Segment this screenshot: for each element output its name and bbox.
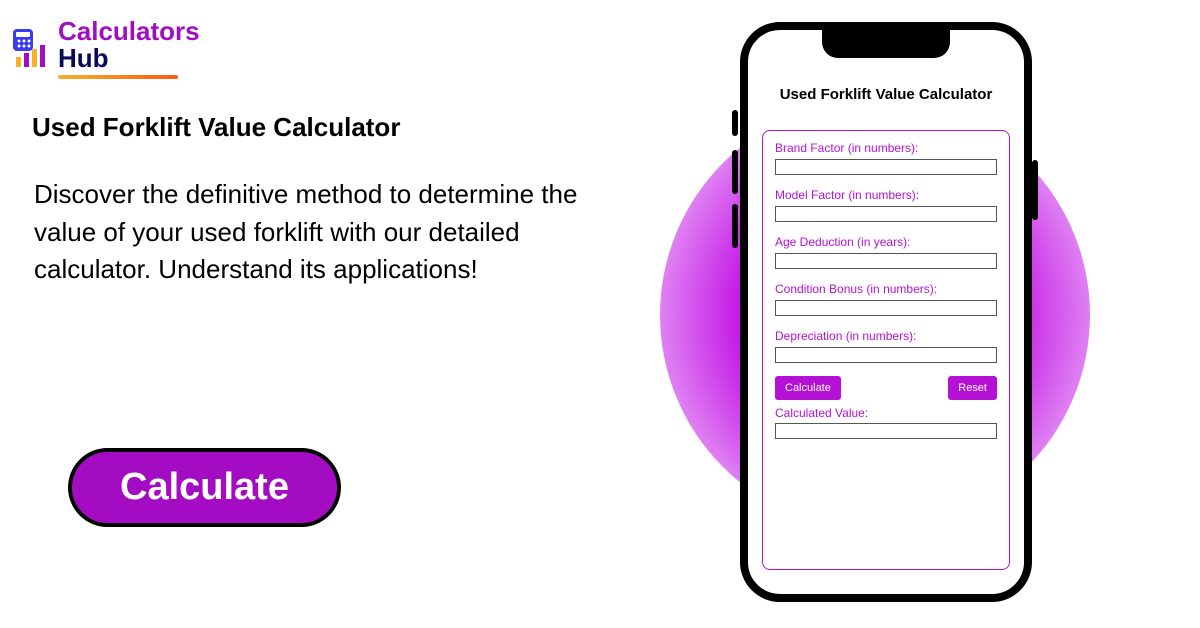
phone-side-button <box>732 110 738 136</box>
field-condition-bonus: Condition Bonus (in numbers): <box>775 282 997 317</box>
page-title: Used Forklift Value Calculator <box>32 112 400 143</box>
field-label: Depreciation (in numbers): <box>775 329 997 343</box>
age-deduction-input[interactable] <box>775 253 997 269</box>
phone-side-button <box>732 204 738 248</box>
brand-factor-input[interactable] <box>775 159 997 175</box>
page-description: Discover the definitive method to determ… <box>34 176 594 289</box>
button-row: Calculate Reset <box>775 376 997 400</box>
field-model-factor: Model Factor (in numbers): <box>775 188 997 223</box>
phone-side-button <box>732 150 738 194</box>
field-depreciation: Depreciation (in numbers): <box>775 329 997 364</box>
phone-mockup: Used Forklift Value Calculator Brand Fac… <box>740 22 1032 602</box>
field-age-deduction: Age Deduction (in years): <box>775 235 997 270</box>
field-label: Condition Bonus (in numbers): <box>775 282 997 296</box>
condition-bonus-input[interactable] <box>775 300 997 316</box>
brand-name-part1: Calculators <box>58 16 200 46</box>
calculator-bars-icon <box>10 27 52 69</box>
brand-name-part2: Hub <box>58 43 109 73</box>
calculate-cta-button[interactable]: Calculate <box>68 448 341 527</box>
brand-underline <box>58 75 178 79</box>
calculate-button[interactable]: Calculate <box>775 376 841 400</box>
brand-logo: Calculators Hub <box>10 18 200 79</box>
field-brand-factor: Brand Factor (in numbers): <box>775 141 997 176</box>
field-label: Brand Factor (in numbers): <box>775 141 997 155</box>
output-label: Calculated Value: <box>775 406 997 420</box>
calculator-title: Used Forklift Value Calculator <box>748 86 1024 103</box>
depreciation-input[interactable] <box>775 347 997 363</box>
calculated-value-output <box>775 423 997 439</box>
phone-side-button <box>1032 160 1038 220</box>
calculator-form: Brand Factor (in numbers): Model Factor … <box>762 130 1010 570</box>
field-label: Age Deduction (in years): <box>775 235 997 249</box>
field-label: Model Factor (in numbers): <box>775 188 997 202</box>
brand-name: Calculators Hub <box>58 18 200 73</box>
phone-notch <box>822 30 950 58</box>
reset-button[interactable]: Reset <box>948 376 997 400</box>
model-factor-input[interactable] <box>775 206 997 222</box>
